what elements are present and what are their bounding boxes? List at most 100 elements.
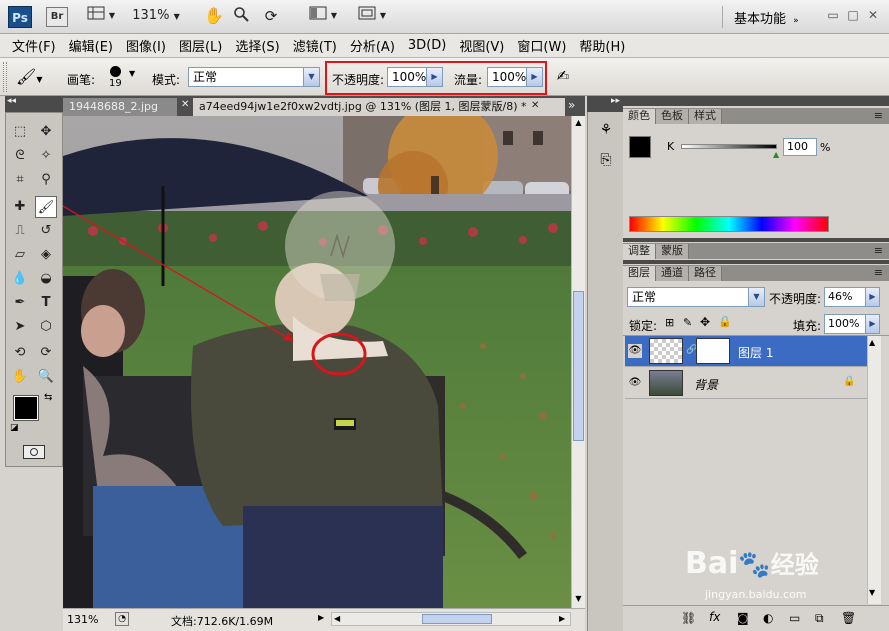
menu-help[interactable]: 帮助(H): [579, 36, 625, 55]
arrange-documents-button[interactable]: ▼: [305, 6, 341, 28]
document-canvas[interactable]: [63, 116, 571, 608]
3d-orbit-tool-icon[interactable]: ⟳: [35, 342, 57, 364]
eyedropper-tool-icon[interactable]: ⚲: [35, 169, 57, 191]
restore-button[interactable]: □: [845, 7, 861, 23]
clone-stamp-tool-icon[interactable]: ⎍: [9, 220, 31, 242]
tab-document-2[interactable]: a74eed94jw1e2f0xw2vdtj.jpg @ 131% (图层 1,…: [193, 98, 565, 116]
tab-paths[interactable]: 路径: [689, 266, 722, 281]
scroll-up-icon[interactable]: ▲: [573, 118, 584, 129]
layer-opacity-input[interactable]: 46% ▶: [824, 287, 880, 307]
menu-filter[interactable]: 滤镜(T): [293, 36, 337, 55]
tab-color[interactable]: 颜色: [623, 109, 656, 124]
view-extras-button[interactable]: ▼: [84, 6, 118, 28]
magic-wand-tool-icon[interactable]: ✧: [35, 145, 57, 167]
close-tab-icon[interactable]: ✕: [181, 99, 189, 110]
clone-source-icon[interactable]: ⎘: [595, 152, 617, 174]
vertical-scrollbar[interactable]: ▲ ▼: [571, 116, 585, 608]
history-brush-tool-icon[interactable]: ↺: [35, 220, 57, 242]
new-layer-icon[interactable]: ⧉: [815, 611, 824, 626]
layers-scrollbar[interactable]: ▲ ▼: [867, 336, 881, 604]
tool-preset-picker[interactable]: 🖌▼: [16, 67, 56, 89]
tabs-overflow-icon[interactable]: »: [568, 98, 575, 112]
menu-image[interactable]: 图像(I): [126, 36, 166, 55]
menu-file[interactable]: 文件(F): [12, 36, 56, 55]
bridge-button[interactable]: Br: [46, 7, 68, 27]
status-info-icon[interactable]: ◔: [115, 612, 129, 626]
eye-icon[interactable]: 👁: [628, 376, 642, 390]
brush-picker[interactable]: 19 ▼: [104, 63, 140, 93]
scroll-thumb[interactable]: [573, 291, 584, 441]
healing-brush-tool-icon[interactable]: ✚: [9, 196, 31, 218]
scroll-down-icon[interactable]: ▼: [869, 588, 875, 597]
hand-tool-icon[interactable]: ✋: [203, 6, 225, 28]
new-group-icon[interactable]: ▭: [789, 611, 800, 625]
default-colors-icon[interactable]: ◪: [10, 423, 19, 433]
panel-menu-icon[interactable]: ≡: [874, 266, 883, 279]
close-button[interactable]: ✕: [865, 7, 881, 23]
close-tab-icon[interactable]: ✕: [531, 100, 539, 111]
menu-3d[interactable]: 3D(D): [408, 38, 446, 53]
zoom-level-dropdown[interactable]: 131% ▼: [126, 6, 186, 28]
pen-tool-icon[interactable]: ✒: [9, 292, 31, 314]
minimize-button[interactable]: ▭: [825, 7, 841, 23]
menu-edit[interactable]: 编辑(E): [69, 36, 113, 55]
mini-panel-header[interactable]: ▸▸: [587, 96, 623, 112]
scroll-thumb[interactable]: [422, 614, 492, 624]
paint-bucket-tool-icon[interactable]: ◈: [35, 244, 57, 266]
lock-pixels-icon[interactable]: ✎: [683, 316, 692, 329]
workspace-switcher[interactable]: 基本功能 »: [734, 8, 799, 27]
status-menu-icon[interactable]: ▶: [318, 613, 324, 622]
path-selection-tool-icon[interactable]: ➤: [9, 316, 31, 338]
lock-position-icon[interactable]: ✥: [700, 315, 710, 329]
quick-mask-button[interactable]: [23, 445, 45, 459]
scroll-right-icon[interactable]: ▶: [559, 614, 565, 623]
crop-tool-icon[interactable]: ⌗: [9, 169, 31, 191]
lock-all-icon[interactable]: 🔒: [718, 315, 732, 328]
marquee-tool-icon[interactable]: ⬚: [9, 121, 31, 143]
scroll-up-icon[interactable]: ▲: [869, 338, 875, 347]
panel-menu-icon[interactable]: ≡: [874, 109, 883, 122]
tools-panel-header[interactable]: ◂◂: [5, 96, 63, 112]
airbrush-toggle-icon[interactable]: ✍: [552, 67, 574, 89]
options-bar-grip[interactable]: [3, 62, 7, 92]
layer-mask-thumbnail[interactable]: [696, 338, 730, 364]
slider-handle-icon[interactable]: ▲: [773, 150, 779, 159]
zoom-tool-icon[interactable]: 🔍: [35, 366, 57, 388]
menu-layer[interactable]: 图层(L): [179, 36, 222, 55]
trash-icon[interactable]: 🗑: [841, 611, 856, 625]
status-zoom[interactable]: 131%: [67, 613, 98, 626]
eye-icon[interactable]: 👁: [628, 344, 642, 358]
horizontal-scrollbar[interactable]: ◀ ▶: [331, 612, 571, 626]
layer-row-2[interactable]: 👁 背景 🔒: [625, 368, 867, 399]
tab-channels[interactable]: 通道: [656, 266, 689, 281]
blend-mode-dropdown[interactable]: 正常 ▼: [627, 287, 765, 307]
link-layers-icon[interactable]: ⛓: [681, 611, 696, 625]
k-slider[interactable]: [681, 144, 777, 149]
opacity-input[interactable]: 100% ▶: [387, 67, 443, 87]
scroll-left-icon[interactable]: ◀: [334, 614, 340, 623]
rotate-view-icon[interactable]: ⟳: [260, 6, 282, 28]
tab-masks[interactable]: 蒙版: [656, 244, 689, 259]
hand-tool-icon[interactable]: ✋: [9, 366, 31, 388]
color-foreground-swatch[interactable]: [629, 136, 651, 158]
menu-window[interactable]: 窗口(W): [517, 36, 566, 55]
shape-tool-icon[interactable]: ⬡: [35, 316, 57, 338]
eraser-tool-icon[interactable]: ▱: [9, 244, 31, 266]
mode-dropdown[interactable]: 正常 ▼: [188, 67, 320, 87]
menu-view[interactable]: 视图(V): [459, 36, 504, 55]
tab-layers[interactable]: 图层: [623, 266, 656, 281]
tab-swatches[interactable]: 色板: [656, 109, 689, 124]
menu-select[interactable]: 选择(S): [235, 36, 279, 55]
color-ramp[interactable]: [629, 216, 829, 232]
scroll-down-icon[interactable]: ▼: [573, 594, 584, 605]
tab-styles[interactable]: 样式: [689, 109, 722, 124]
lock-transparent-icon[interactable]: ⊞: [665, 316, 674, 329]
dodge-tool-icon[interactable]: ◒: [35, 268, 57, 290]
brush-preset-icon[interactable]: ⚘: [595, 122, 617, 144]
right-panels-header[interactable]: [623, 96, 889, 106]
type-tool-icon[interactable]: T: [35, 292, 57, 314]
fill-input[interactable]: 100% ▶: [824, 314, 880, 334]
layer-style-icon[interactable]: fx: [709, 610, 720, 624]
tab-document-1[interactable]: 19448688_2.jpg: [63, 98, 177, 116]
panel-menu-icon[interactable]: ≡: [874, 244, 883, 257]
